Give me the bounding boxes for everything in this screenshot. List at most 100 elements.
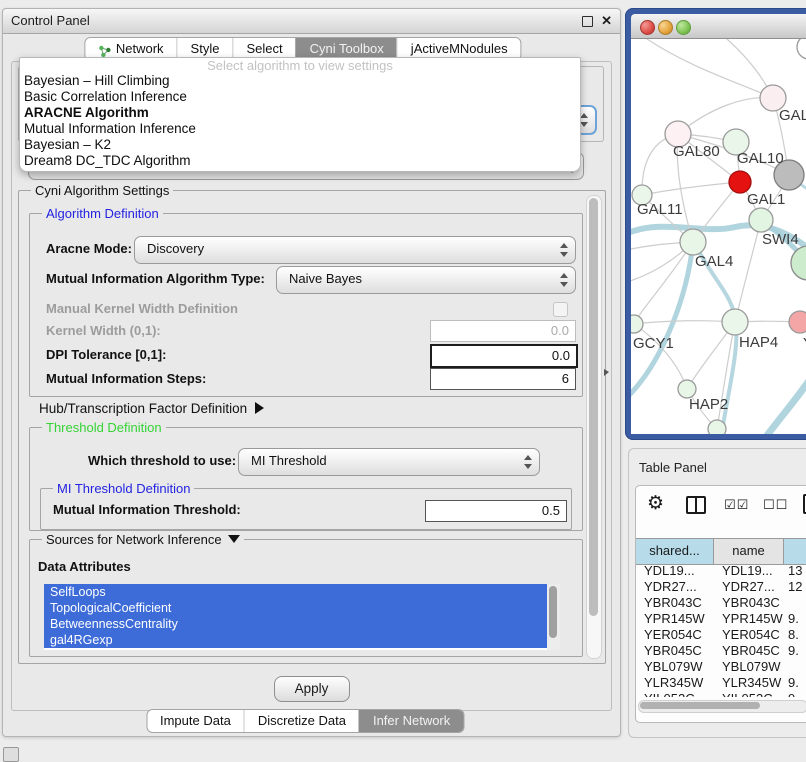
which-threshold-value: MI Threshold bbox=[251, 449, 327, 473]
attribute-item[interactable]: gal4RGexp bbox=[44, 632, 560, 648]
table-cell: YBR045C bbox=[714, 643, 784, 659]
network-node-y[interactable] bbox=[789, 311, 806, 333]
mi-type-label: Mutual Information Algorithm Type: bbox=[46, 270, 265, 288]
mi-steps-field[interactable]: 6 bbox=[430, 368, 576, 390]
table-header: shared... name bbox=[636, 538, 806, 565]
table-panel-title: Table Panel bbox=[639, 460, 707, 475]
attribute-item[interactable]: BetweennessCentrality bbox=[44, 616, 560, 632]
table-row[interactable]: YBL079WYBL079W bbox=[636, 659, 806, 675]
hub-definition-label: Hub/Transcription Factor Definition bbox=[39, 401, 247, 416]
dpi-tolerance-label: DPI Tolerance [0,1]: bbox=[46, 346, 166, 364]
column-header-partial[interactable] bbox=[784, 539, 806, 564]
bottom-tab-discretize-data[interactable]: Discretize Data bbox=[244, 710, 359, 732]
network-node-gal4[interactable] bbox=[680, 229, 706, 255]
table-row[interactable]: YDR27...YDR27...12 bbox=[636, 579, 806, 595]
table-row[interactable]: YER054CYER054C8. bbox=[636, 627, 806, 643]
table-cell: 9 bbox=[784, 691, 806, 697]
algorithm-option[interactable]: ARACNE Algorithm bbox=[20, 105, 580, 121]
scrollbar-thumb[interactable] bbox=[549, 586, 557, 638]
aracne-mode-combobox[interactable]: Discovery bbox=[134, 236, 576, 264]
apply-button[interactable]: Apply bbox=[274, 676, 350, 702]
float-window-icon[interactable] bbox=[582, 16, 593, 27]
table-row[interactable]: YPR145WYPR145W9. bbox=[636, 611, 806, 627]
mi-threshold-label: Mutual Information Threshold: bbox=[53, 501, 241, 519]
algorithm-option[interactable]: Mutual Information Inference bbox=[20, 121, 580, 137]
unchecked-columns-icon[interactable]: ☐☐ bbox=[763, 498, 788, 513]
scrollbar-thumb[interactable] bbox=[640, 702, 760, 709]
table-cell bbox=[784, 659, 806, 675]
attribute-item[interactable]: TopologicalCoefficient bbox=[44, 600, 560, 616]
network-node[interactable] bbox=[749, 208, 773, 232]
table-cell: 9. bbox=[784, 643, 806, 659]
network-node[interactable] bbox=[708, 420, 726, 434]
network-node-label: GAL4 bbox=[695, 253, 733, 270]
column-header-shared[interactable]: shared... bbox=[636, 539, 714, 564]
scrollbar-thumb[interactable] bbox=[589, 198, 598, 616]
algorithm-option[interactable]: Bayesian – K2 bbox=[20, 137, 580, 153]
table-cell: 9. bbox=[784, 675, 806, 691]
column-header-name[interactable]: name bbox=[714, 539, 784, 564]
algorithm-option[interactable]: Bayesian – Hill Climbing bbox=[20, 73, 580, 89]
bottom-tab-impute-data[interactable]: Impute Data bbox=[147, 710, 244, 732]
network-node-gal1[interactable] bbox=[729, 171, 751, 193]
dpi-tolerance-field[interactable]: 0.0 bbox=[430, 344, 578, 368]
kernel-width-field[interactable]: 0.0 bbox=[430, 320, 576, 342]
mi-steps-label: Mutual Information Steps: bbox=[46, 370, 206, 388]
minimize-traffic-icon[interactable] bbox=[658, 20, 673, 35]
mi-type-combobox[interactable]: Naive Bayes bbox=[276, 266, 576, 294]
network-canvas[interactable]: GALGAL80GAL10GAL1GAL11SWI4GAL4GCY1HAP4YH… bbox=[631, 39, 806, 434]
close-traffic-icon[interactable] bbox=[640, 20, 655, 35]
table-row[interactable]: YDL19...YDL19...13 bbox=[636, 563, 806, 579]
split-columns-icon[interactable] bbox=[686, 496, 706, 514]
algorithm-popup-hint: Select algorithm to view settings bbox=[20, 58, 580, 73]
checked-columns-icon[interactable]: ☑☑ bbox=[724, 498, 749, 513]
table-row[interactable]: YBR045CYBR045C9. bbox=[636, 643, 806, 659]
table-row[interactable]: YLR345WYLR345W9. bbox=[636, 675, 806, 691]
control-panel-window: Control Panel ✕ NetworkStyleSelectCyni T… bbox=[2, 8, 621, 737]
list-scrollbar[interactable] bbox=[547, 584, 560, 650]
table-cell: YLR345W bbox=[636, 675, 714, 691]
mi-type-value: Naive Bayes bbox=[289, 267, 362, 291]
settings-scrollbar[interactable] bbox=[586, 195, 602, 659]
zoom-traffic-icon[interactable] bbox=[676, 20, 691, 35]
hub-definition-toggle[interactable]: Hub/Transcription Factor Definition bbox=[39, 401, 264, 416]
aracne-mode-label: Aracne Mode: bbox=[46, 240, 132, 258]
mi-threshold-field[interactable]: 0.5 bbox=[425, 500, 567, 522]
which-threshold-combobox[interactable]: MI Threshold bbox=[238, 448, 540, 476]
threshold-definition-title: Threshold Definition bbox=[42, 420, 166, 435]
network-node[interactable] bbox=[797, 39, 806, 59]
data-attributes-list[interactable]: SelfLoopsTopologicalCoefficientBetweenne… bbox=[44, 584, 560, 650]
network-window-titlebar[interactable] bbox=[631, 14, 806, 39]
control-panel-title: Control Panel bbox=[11, 9, 90, 33]
table-row[interactable]: YBR043CYBR043C bbox=[636, 595, 806, 611]
table-cell: YPR145W bbox=[714, 611, 784, 627]
bottom-tab-infer-network[interactable]: Infer Network bbox=[359, 710, 463, 732]
network-node-hap4[interactable] bbox=[722, 309, 748, 335]
table-cell: YBR043C bbox=[636, 595, 714, 611]
network-node-label: GAL80 bbox=[673, 143, 720, 160]
table-row[interactable]: YIL052CYIL052C9 bbox=[636, 691, 806, 697]
table-horizontal-scrollbar[interactable] bbox=[638, 700, 806, 713]
table-body: YDL19...YDL19...13YDR27...YDR27...12YBR0… bbox=[636, 563, 806, 697]
combobox-stepper-icon bbox=[559, 243, 568, 257]
sources-group-title: Sources for Network Inference bbox=[42, 532, 244, 547]
network-node-gcy1[interactable] bbox=[631, 315, 643, 333]
combobox-stepper-icon bbox=[559, 273, 568, 287]
cyni-algorithm-settings-group: Cyni Algorithm Settings Algorithm Defini… bbox=[18, 190, 606, 664]
attribute-item[interactable]: SelfLoops bbox=[44, 584, 560, 600]
algorithm-option[interactable]: Dream8 DC_TDC Algorithm bbox=[20, 153, 580, 169]
algorithm-option[interactable]: Basic Correlation Inference bbox=[20, 89, 580, 105]
table-panel-window: Table Panel ⚙ ☑☑ ☐☐ shared... name YDL19… bbox=[628, 448, 806, 738]
threshold-definition-group: Threshold Definition Which threshold to … bbox=[29, 427, 583, 531]
combobox-stepper-icon bbox=[523, 455, 532, 469]
network-node-swi4[interactable] bbox=[791, 246, 806, 280]
close-icon[interactable]: ✕ bbox=[601, 9, 612, 33]
control-panel-titlebar[interactable]: Control Panel ✕ bbox=[3, 9, 620, 34]
manual-kernel-checkbox[interactable] bbox=[553, 302, 568, 317]
gear-icon[interactable]: ⚙ bbox=[647, 492, 664, 514]
table-cell: YER054C bbox=[636, 627, 714, 643]
dock-icon[interactable] bbox=[3, 747, 19, 762]
table-cell: YBR043C bbox=[714, 595, 784, 611]
table-cell: 12 bbox=[784, 579, 806, 595]
table-cell: 9. bbox=[784, 611, 806, 627]
